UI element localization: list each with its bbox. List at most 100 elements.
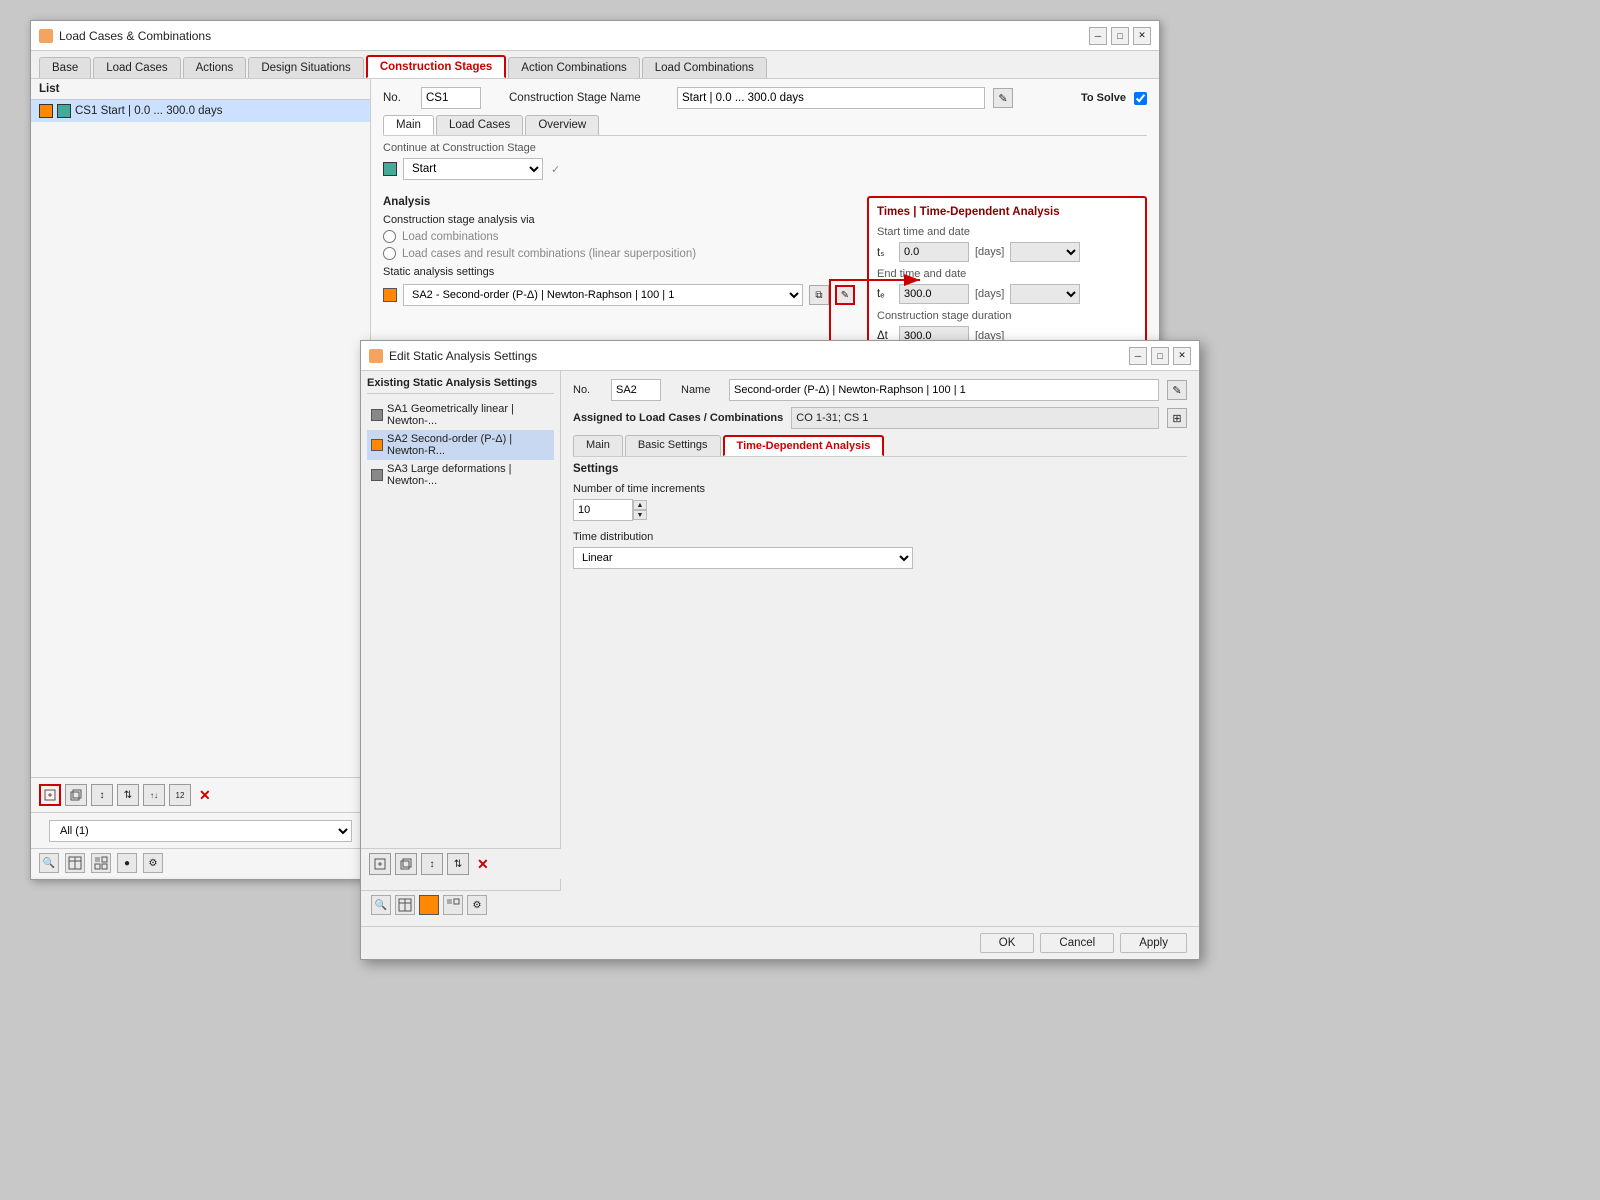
reorder-btn[interactable]: ↑↓ <box>143 784 165 806</box>
list-item-icon-green <box>57 104 71 118</box>
radio-load-combinations[interactable] <box>383 230 396 243</box>
inner-tab-load-cases[interactable]: Load Cases <box>436 115 523 135</box>
to-solve-row: To Solve <box>1081 92 1147 105</box>
maximize-button[interactable]: □ <box>1111 27 1129 45</box>
times-title: Times | Time-Dependent Analysis <box>877 206 1137 218</box>
minimize-button[interactable]: ─ <box>1089 27 1107 45</box>
sa-name-label: Name <box>681 384 721 396</box>
list-item-icon-orange <box>39 104 53 118</box>
second-tab-main[interactable]: Main <box>573 435 623 456</box>
sa2-color <box>371 439 383 451</box>
cs-name-input[interactable] <box>677 87 985 109</box>
tab-action-combinations[interactable]: Action Combinations <box>508 57 639 78</box>
sa-header-row: No. Name ✎ <box>573 379 1187 401</box>
list-item[interactable]: CS1 Start | 0.0 ... 300.0 days <box>31 100 370 122</box>
settings-icon[interactable]: ⚙ <box>143 853 163 873</box>
main-title-area: Load Cases & Combinations <box>39 29 211 43</box>
analysis-section: Analysis Construction stage analysis via… <box>383 196 855 306</box>
tab-load-cases[interactable]: Load Cases <box>93 57 180 78</box>
cs-no-input[interactable] <box>421 87 481 109</box>
static-settings-label: Static analysis settings <box>383 266 855 278</box>
second-tab-time-dependent[interactable]: Time-Dependent Analysis <box>723 435 885 456</box>
sort2-btn[interactable]: ⇅ <box>117 784 139 806</box>
sa-item-3[interactable]: SA3 Large deformations | Newton-... <box>367 460 554 490</box>
num-increments-input[interactable] <box>573 499 633 521</box>
stage-select-row: Start ✓ <box>383 158 1147 180</box>
second-close-button[interactable]: ✕ <box>1173 347 1191 365</box>
inner-tab-main[interactable]: Main <box>383 115 434 135</box>
radio-load-cases[interactable] <box>383 247 396 260</box>
tab-load-combinations[interactable]: Load Combinations <box>642 57 767 78</box>
second-layout-icon[interactable] <box>443 895 463 915</box>
inner-tab-overview[interactable]: Overview <box>525 115 599 135</box>
sa-sort1-btn[interactable]: ↕ <box>421 853 443 875</box>
tab-base[interactable]: Base <box>39 57 91 78</box>
sa-edit-btn[interactable]: ✎ <box>1167 380 1187 400</box>
second-maximize-button[interactable]: □ <box>1151 347 1169 365</box>
static-analysis-select[interactable]: SA2 - Second-order (P-Δ) | Newton-Raphso… <box>403 284 803 306</box>
sa-sort2-btn[interactable]: ⇅ <box>447 853 469 875</box>
apply-button[interactable]: Apply <box>1120 933 1187 953</box>
search-icon[interactable]: 🔍 <box>39 853 59 873</box>
to-solve-checkbox[interactable] <box>1134 92 1147 105</box>
spin-down[interactable]: ▼ <box>633 510 647 520</box>
spin-up[interactable]: ▲ <box>633 500 647 510</box>
sa-no-input[interactable] <box>611 379 661 401</box>
tab-construction-stages[interactable]: Construction Stages <box>366 55 506 78</box>
sa1-color <box>371 409 383 421</box>
stage-select[interactable]: Start <box>403 158 543 180</box>
assigned-edit-btn[interactable]: ⊞ <box>1167 408 1187 428</box>
sort1-btn[interactable]: ↕ <box>91 784 113 806</box>
inner-tab-bar: Main Load Cases Overview <box>383 115 1147 136</box>
start-time-input[interactable] <box>899 242 969 262</box>
cancel-button[interactable]: Cancel <box>1040 933 1114 953</box>
end-time-input[interactable] <box>899 284 969 304</box>
second-color-box-icon[interactable] <box>419 895 439 915</box>
static-copy-btn[interactable]: ⧉ <box>809 285 829 305</box>
second-minimize-button[interactable]: ─ <box>1129 347 1147 365</box>
layout-icon[interactable] <box>91 853 111 873</box>
new-btn[interactable] <box>39 784 61 806</box>
end-time-dropdown[interactable] <box>1010 284 1080 304</box>
table-icon[interactable] <box>65 853 85 873</box>
tab-design-situations[interactable]: Design Situations <box>248 57 364 78</box>
start-time-dropdown[interactable] <box>1010 242 1080 262</box>
cs-header-row: No. Construction Stage Name ✎ To Solve <box>383 87 1147 109</box>
static-settings-row: SA2 - Second-order (P-Δ) | Newton-Raphso… <box>383 284 855 306</box>
sa-delete-btn[interactable]: ✕ <box>477 856 489 873</box>
second-left-toolbar: ↕ ⇅ ✕ <box>361 848 561 879</box>
num-increments-spinner[interactable]: ▲ ▼ <box>633 500 647 520</box>
time-dist-select[interactable]: Linear Logarithmic Custom <box>573 547 913 569</box>
radio-row-2: Load cases and result combinations (line… <box>383 247 855 260</box>
delete-btn[interactable]: ✕ <box>199 787 211 804</box>
second-settings-icon[interactable]: ⚙ <box>467 895 487 915</box>
list-header: List <box>31 79 370 100</box>
sa-name-input[interactable] <box>729 379 1159 401</box>
ts-label: tₛ <box>877 245 893 259</box>
continue-label: Continue at Construction Stage <box>383 142 1147 154</box>
sa-new-btn[interactable] <box>369 853 391 875</box>
analysis-via-label: Construction stage analysis via <box>383 214 855 226</box>
copy-btn[interactable] <box>65 784 87 806</box>
sa-item-1[interactable]: SA1 Geometrically linear | Newton-... <box>367 400 554 430</box>
sa-item-2[interactable]: SA2 Second-order (P-Δ) | Newton-R... <box>367 430 554 460</box>
ok-button[interactable]: OK <box>980 933 1035 953</box>
sa-copy-btn[interactable] <box>395 853 417 875</box>
start-time-row: tₛ [days] <box>877 242 1137 262</box>
second-table-icon[interactable] <box>395 895 415 915</box>
filter-dropdown[interactable]: All (1) <box>49 820 352 842</box>
second-tab-basic-settings[interactable]: Basic Settings <box>625 435 721 456</box>
stage-color-box <box>383 162 397 176</box>
edit-name-btn[interactable]: ✎ <box>993 88 1013 108</box>
dialog-buttons: OK Cancel Apply <box>361 926 1199 959</box>
number-btn[interactable]: 12 <box>169 784 191 806</box>
sa3-color <box>371 469 383 481</box>
static-edit-btn[interactable]: ✎ <box>835 285 855 305</box>
radio-icon[interactable]: ● <box>117 853 137 873</box>
radio-row-1: Load combinations <box>383 230 855 243</box>
second-search-icon[interactable]: 🔍 <box>371 895 391 915</box>
assigned-row: Assigned to Load Cases / Combinations CO… <box>573 407 1187 429</box>
times-panel: Times | Time-Dependent Analysis Start ti… <box>867 196 1147 362</box>
close-button[interactable]: ✕ <box>1133 27 1151 45</box>
tab-actions[interactable]: Actions <box>183 57 247 78</box>
